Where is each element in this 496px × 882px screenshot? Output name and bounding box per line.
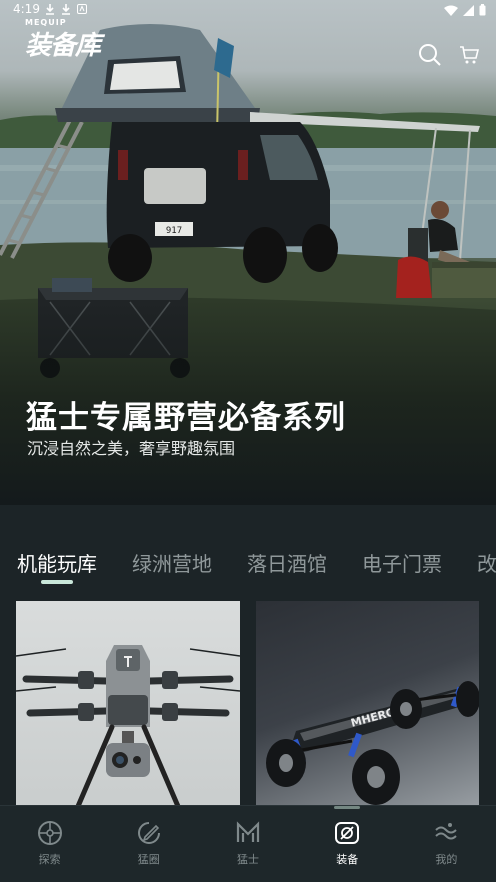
svg-text:917: 917	[166, 226, 182, 236]
electric-skateboard-product-image: MHERO	[266, 681, 479, 805]
category-tabs: 机能玩库 绿洲营地 落日酒馆 电子门票 改	[17, 548, 496, 577]
bottom-navigation: 探索 猛圈 猛士 装备 我的	[0, 805, 496, 882]
nav-label-community: 猛圈	[137, 853, 160, 866]
profile-icon	[435, 823, 458, 840]
status-bar: 4:19	[0, 0, 496, 20]
nav-label-explore: 探索	[38, 853, 61, 866]
tab-gai[interactable]: 改	[477, 548, 496, 577]
tab-luori-jiuguan[interactable]: 落日酒馆	[247, 548, 327, 577]
hero-subtitle: 沉浸自然之美，奢享野趣氛围	[27, 439, 236, 458]
nav-label-profile: 我的	[435, 853, 458, 866]
signal-icon	[463, 4, 474, 16]
product-card-drone[interactable]	[16, 601, 240, 811]
community-icon	[137, 822, 160, 844]
explore-icon	[37, 821, 62, 845]
hero-title: 猛士专属野营必备系列	[26, 400, 346, 436]
product-card-skateboard[interactable]: MHERO	[256, 601, 479, 811]
search-icon[interactable]	[418, 43, 442, 67]
tab-jineng-wanku[interactable]: 机能玩库	[17, 548, 97, 577]
nav-item-community[interactable]: 猛圈	[99, 806, 198, 882]
nav-label-mhero: 猛士	[237, 853, 259, 866]
app-logo: MEQUIP 装备库	[25, 18, 101, 62]
download-icon	[46, 4, 54, 15]
equipment-icon	[335, 822, 360, 844]
wifi-icon	[444, 5, 458, 16]
active-tab-indicator	[41, 580, 73, 584]
cart-icon[interactable]	[459, 45, 479, 65]
nav-item-equipment[interactable]: 装备	[298, 806, 397, 882]
drone-product-image	[16, 645, 240, 811]
nav-item-profile[interactable]: 我的	[397, 806, 496, 882]
nav-item-mhero[interactable]: 猛士	[198, 806, 297, 882]
mhero-logo-icon	[236, 821, 260, 842]
download-icon	[62, 4, 70, 15]
battery-icon	[479, 4, 486, 16]
active-nav-indicator	[334, 806, 361, 809]
logo-title: 装备库	[25, 31, 101, 61]
tab-lvzhou-yingdi[interactable]: 绿洲营地	[132, 548, 212, 577]
tab-dianzi-menpiao[interactable]: 电子门票	[362, 548, 442, 577]
nav-label-equipment: 装备	[336, 853, 359, 866]
app-notification-icon	[77, 4, 87, 14]
nav-item-explore[interactable]: 探索	[0, 806, 99, 882]
status-time: 4:19	[13, 2, 40, 16]
